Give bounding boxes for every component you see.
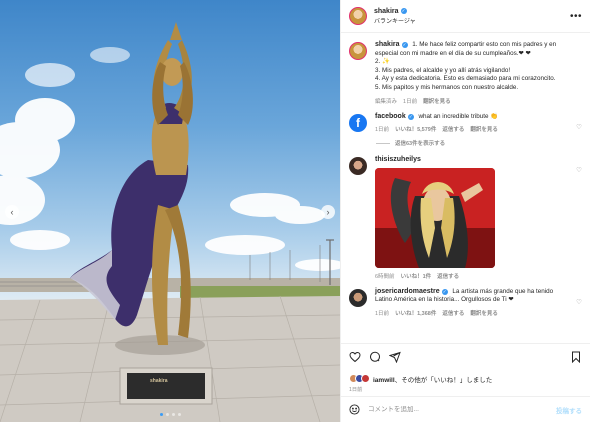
caption-username-row[interactable]: shakira ✓	[375, 41, 408, 50]
bookmark-icon[interactable]	[570, 351, 582, 363]
comment-likes[interactable]: いいね！1件	[401, 272, 432, 280]
comment-text: facebook ✓ what an incredible tribute 👏	[375, 113, 570, 122]
post-actions	[341, 343, 590, 370]
view-replies-label[interactable]: 返信63件を表示する	[395, 139, 445, 147]
caption: shakira ✓ 1. Me hace feliz compartir esto…	[349, 41, 582, 105]
likes-suffix: 、その他が「いいね！」しました	[394, 376, 493, 384]
caption-text: shakira ✓ 1. Me hace feliz compartir esto…	[375, 41, 570, 93]
likes-text: iamwill、その他が「いいね！」しました	[373, 374, 492, 384]
comment-image-art	[375, 167, 495, 268]
comment-username[interactable]: thisiszuheilys	[375, 156, 421, 165]
comment-username-row[interactable]: facebook ✓	[375, 113, 414, 122]
caption-body: shakira ✓ 1. Me hace feliz compartir esto…	[375, 41, 582, 105]
avatar[interactable]: f	[349, 113, 367, 132]
caption-line-5: 5. Mis papitos y mis hermanos con nuestr…	[375, 83, 519, 91]
verified-icon: ✓	[407, 113, 414, 120]
comment-time[interactable]: 1日前	[375, 125, 389, 133]
likes-summary: iamwill、その他が「いいね！」しました 1日前	[341, 370, 590, 396]
comment-username-row[interactable]: josericardomaestre ✓	[375, 288, 448, 297]
comment-text: thisiszuheilys	[375, 156, 570, 165]
reply-button[interactable]: 返信する	[437, 272, 459, 280]
statue-scene	[0, 22, 340, 422]
comment-message: what an incredible tribute 👏	[418, 112, 499, 120]
translate-link[interactable]: 翻訳を見る	[423, 97, 451, 105]
emoji-icon[interactable]	[349, 404, 360, 415]
caption-line-2: 2. ✨	[375, 58, 390, 66]
heart-icon[interactable]: ♡	[576, 166, 582, 174]
caption-meta: 編集済み 1日前 翻訳を見る	[375, 97, 570, 105]
chevron-right-icon[interactable]: ›	[321, 205, 335, 219]
header-location[interactable]: バランキージャ	[374, 16, 416, 25]
comment-image[interactable]	[375, 167, 495, 268]
comment: josericardomaestre ✓ La artista más grand…	[349, 288, 582, 317]
post-date[interactable]: 1日前	[349, 386, 582, 393]
comment-input[interactable]	[368, 406, 556, 413]
comment-username[interactable]: josericardomaestre	[375, 288, 440, 297]
comment: f facebook ✓ what an incredible tribute 👏…	[349, 113, 582, 134]
heart-icon[interactable]	[349, 351, 361, 363]
verified-icon: ✓	[400, 8, 407, 14]
carousel-dot-active	[159, 413, 163, 416]
post-photo[interactable]: shakira ‹ ›	[0, 0, 340, 422]
comment-text: josericardomaestre ✓ La artista más grand…	[375, 288, 570, 305]
comments-list[interactable]: shakira ✓ 1. Me hace feliz compartir esto…	[341, 33, 590, 343]
add-comment-bar: 投稿する	[341, 396, 590, 422]
avatar[interactable]	[349, 7, 367, 25]
caption-time[interactable]: 1日前	[403, 97, 417, 105]
reply-button[interactable]: 返信する	[442, 309, 464, 317]
heart-icon[interactable]: ♡	[576, 123, 582, 131]
caption-username[interactable]: shakira	[375, 41, 400, 50]
replies-divider	[376, 142, 390, 144]
likes-row[interactable]: iamwill、その他が「いいね！」しました	[349, 374, 582, 384]
avatar[interactable]	[349, 42, 367, 60]
comment-likes[interactable]: いいね！5,579件	[395, 125, 436, 133]
likes-user[interactable]: iamwill	[373, 377, 395, 384]
comment-time[interactable]: 1日前	[375, 309, 389, 317]
avatar[interactable]	[349, 288, 367, 307]
post-button[interactable]: 投稿する	[556, 405, 582, 415]
share-icon[interactable]	[389, 351, 401, 363]
heart-icon[interactable]: ♡	[576, 298, 582, 306]
carousel-dots	[0, 413, 340, 416]
comment-icon[interactable]	[369, 351, 381, 363]
statue-plaque-text: shakira	[150, 378, 168, 384]
verified-icon: ✓	[441, 289, 448, 296]
header-user: shakira ✓ バランキージャ	[374, 8, 416, 25]
caption-line-4: 4. Ay y esta dedicatoria. Esto es demasi…	[375, 75, 556, 83]
caption-line-3: 3. Mis padres, el alcalde y yo allí atrá…	[375, 66, 511, 74]
header-username[interactable]: shakira	[374, 8, 399, 15]
carousel-dot	[177, 413, 181, 416]
comment-time[interactable]: 6時間前	[375, 272, 395, 280]
header-username-row[interactable]: shakira ✓	[374, 8, 416, 15]
avatar	[361, 374, 370, 383]
chevron-left-icon[interactable]: ‹	[5, 205, 19, 219]
edited-label: 編集済み	[375, 98, 398, 105]
avatar[interactable]	[349, 157, 367, 176]
comment-meta: 6時間前 いいね！1件 返信する	[375, 272, 570, 280]
comment-meta: 1日前 いいね！5,579件 返信する 翻訳を見る	[375, 125, 570, 133]
comment-username[interactable]: facebook	[375, 113, 406, 122]
comment-meta: 1日前 いいね！1,368件 返信する 翻訳を見る	[375, 309, 570, 317]
reply-button[interactable]: 返信する	[442, 125, 464, 133]
comment-body: facebook ✓ what an incredible tribute 👏 1…	[375, 113, 582, 134]
comment-body: josericardomaestre ✓ La artista más grand…	[375, 288, 582, 317]
post-header: shakira ✓ バランキージャ •••	[341, 0, 590, 33]
carousel-dot	[171, 413, 175, 416]
post-side-panel: shakira ✓ バランキージャ ••• shakira ✓ 1. Me hac…	[340, 0, 590, 422]
more-horizontal-icon[interactable]: •••	[570, 11, 582, 22]
translate-link[interactable]: 翻訳を見る	[470, 309, 498, 317]
comment-body: thisiszuheilys 6時間前 いいね！1件 返信する	[375, 156, 582, 280]
view-replies-button[interactable]: 返信63件を表示する	[376, 139, 582, 147]
translate-link[interactable]: 翻訳を見る	[470, 125, 498, 133]
instagram-post: shakira ‹ › shakira ✓ バランキージャ ••• shakir…	[0, 0, 590, 422]
carousel-dot	[165, 413, 169, 416]
verified-icon: ✓	[401, 42, 408, 49]
comment-likes[interactable]: いいね！1,368件	[395, 309, 436, 317]
comment: thisiszuheilys 6時間前 いいね！1件 返信する ♡	[349, 156, 582, 280]
